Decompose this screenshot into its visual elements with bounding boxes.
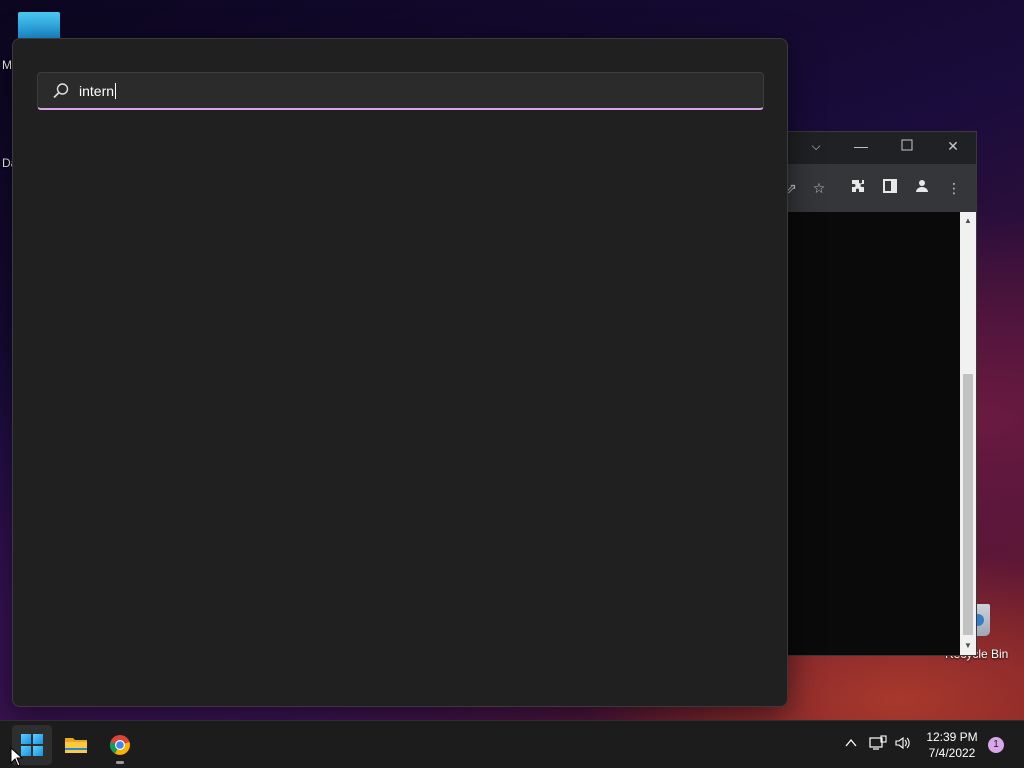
minimize-icon[interactable]: —: [851, 136, 871, 156]
running-indicator: [116, 761, 124, 764]
file-explorer-icon: [65, 738, 87, 753]
browser-titlebar[interactable]: ⌵ — ✕: [787, 132, 976, 164]
profile-icon[interactable]: [912, 178, 932, 199]
scroll-thumb[interactable]: [963, 374, 973, 635]
browser-toolbar: ⇗ ☆ ⋮: [785, 164, 976, 212]
star-icon[interactable]: ☆: [809, 178, 829, 198]
search-input[interactable]: intern: [37, 72, 764, 110]
browser-window[interactable]: ⌵ — ✕ ⇗ ☆ ⋮ ▲ ▼: [785, 131, 977, 656]
maximize-icon[interactable]: [897, 136, 917, 156]
chrome-icon: [110, 735, 130, 755]
scroll-up-arrow[interactable]: ▲: [960, 214, 976, 228]
chevron-down-icon[interactable]: ⌵: [806, 136, 826, 156]
start-icon: [21, 734, 43, 756]
chevron-up-icon[interactable]: [841, 735, 861, 755]
extensions-icon[interactable]: [848, 178, 868, 199]
chrome-button[interactable]: [100, 725, 140, 765]
search-query-value: intern: [79, 83, 115, 99]
search-query-text: intern: [79, 83, 117, 99]
browser-content: [787, 212, 960, 655]
desktop-icon-label-1: M: [2, 58, 12, 72]
desktop-icon-monitor[interactable]: [18, 12, 60, 40]
taskbar-clock[interactable]: 12:39 PM 7/4/2022: [920, 729, 984, 761]
volume-icon[interactable]: [893, 735, 913, 755]
browser-scrollbar[interactable]: ▲ ▼: [960, 212, 976, 655]
text-caret: [115, 83, 117, 99]
side-panel-icon[interactable]: [880, 178, 900, 198]
mouse-cursor-icon: [10, 747, 24, 767]
file-explorer-button[interactable]: [56, 725, 96, 765]
network-icon[interactable]: [868, 735, 888, 755]
search-icon: [52, 82, 70, 100]
scroll-down-arrow[interactable]: ▼: [960, 639, 976, 653]
notification-badge[interactable]: 1: [988, 737, 1004, 753]
clock-date: 7/4/2022: [928, 746, 976, 760]
more-icon[interactable]: ⋮: [944, 178, 964, 198]
clock-time: 12:39 PM: [926, 730, 978, 744]
start-search-panel: intern: [12, 38, 788, 707]
close-icon[interactable]: ✕: [943, 136, 963, 156]
taskbar: 12:39 PM 7/4/2022 1: [0, 720, 1024, 768]
